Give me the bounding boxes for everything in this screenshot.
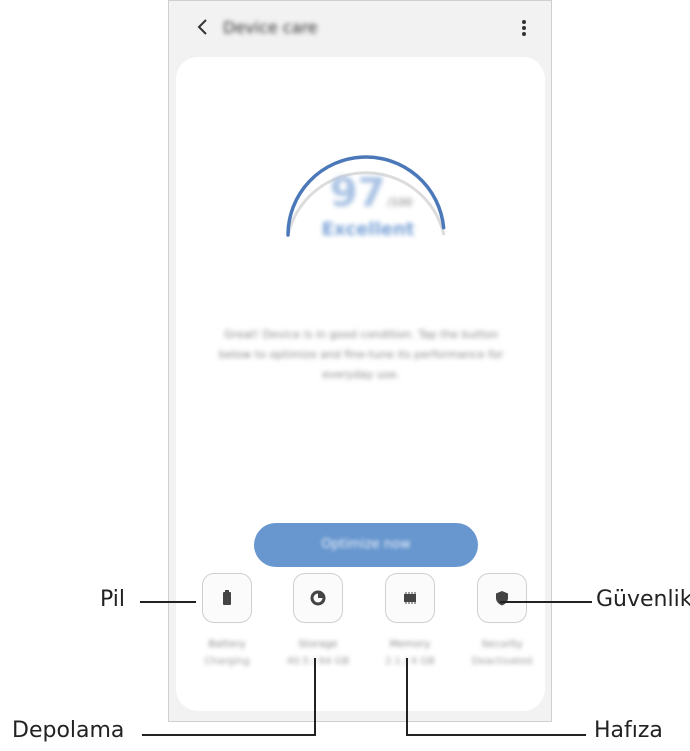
callout-line-depolama-h [142,734,316,736]
callout-depolama: Depolama [12,718,125,743]
score-value: 97 [329,170,386,216]
tile-value: 2.1 / 4 GB [385,656,435,667]
score-display: 97/100 [321,170,421,216]
status-label: Excellent [321,219,415,240]
tile-value: Deactivated [471,656,533,667]
callout-line-guvenlik [500,601,592,603]
back-icon[interactable] [191,15,215,39]
more-options-icon[interactable] [515,17,533,39]
optimize-button-label: Optimize now [321,537,411,552]
tile-label: Memory [389,639,431,650]
security-tile[interactable]: Security Deactivated [460,573,544,667]
memory-tile[interactable]: Memory 2.1 / 4 GB [368,573,452,667]
callout-line-hafiza-h [406,734,586,736]
score-unit: /100 [387,196,413,209]
description-text: Great! Device is in good condition. Tap … [218,328,504,381]
page-title: Device care [223,18,318,37]
storage-tile[interactable]: Storage 40.5 / 64 GB [276,573,360,667]
storage-icon [293,573,343,623]
callout-pil: Pil [100,587,126,612]
device-screen: Device care 97/100 Excellent Great! Devi… [168,0,552,722]
tile-label: Storage [298,639,338,650]
tile-label: Battery [208,639,246,650]
security-icon [477,573,527,623]
app-bar: Device care [169,1,551,55]
callout-line-depolama-v [314,658,316,736]
optimize-now-button[interactable]: Optimize now [254,523,478,567]
battery-icon [202,573,252,623]
callout-hafiza: Hafıza [594,718,663,743]
tile-label: Security [481,639,523,650]
callout-line-hafiza-v [406,658,408,736]
battery-tile[interactable]: Battery Charging [185,573,269,667]
callout-line-pil [140,601,196,603]
tile-value: 40.5 / 64 GB [286,656,350,667]
device-care-card: 97/100 Excellent Great! Device is in goo… [176,57,545,711]
memory-icon [385,573,435,623]
tile-value: Charging [204,656,250,667]
callout-guvenlik: Güvenlik [596,587,690,612]
